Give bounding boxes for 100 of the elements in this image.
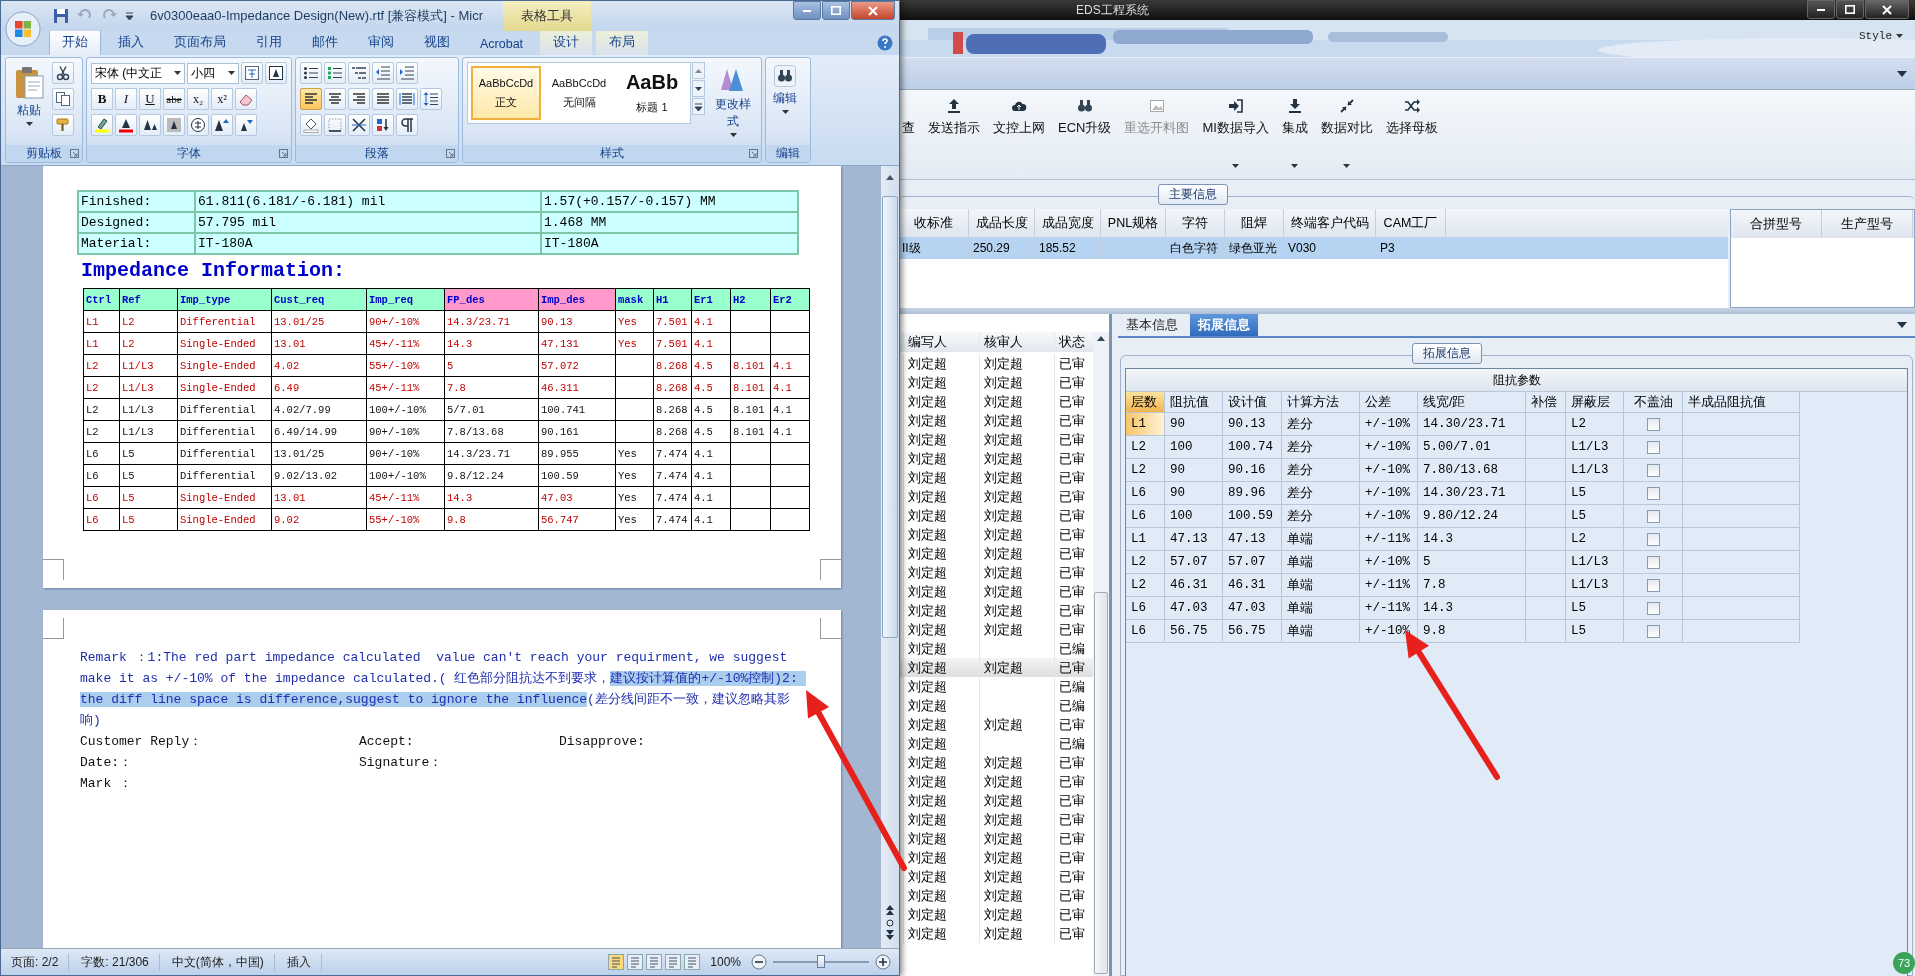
format-button[interactable]: x₂	[187, 88, 209, 110]
font-size-field[interactable]: 小四	[187, 62, 239, 84]
checkbox[interactable]	[1646, 624, 1660, 638]
format-button[interactable]: abe	[163, 88, 185, 110]
checkbox[interactable]	[1646, 417, 1660, 431]
shrink-font-icon[interactable]	[235, 114, 257, 136]
ribbon-tab[interactable]: 开始	[49, 29, 101, 55]
ribbon-tab[interactable]: 布局	[596, 29, 649, 55]
character-shading-icon[interactable]	[163, 114, 185, 136]
zoom-out-icon[interactable]	[751, 954, 767, 970]
align-right-icon[interactable]	[348, 88, 370, 110]
tab[interactable]: 拓展信息	[1190, 314, 1258, 336]
checkbox[interactable]	[1646, 532, 1660, 546]
toolbar-button[interactable]: 选择母板	[1385, 98, 1438, 137]
align-left-icon[interactable]	[300, 88, 322, 110]
toolbar-button[interactable]: 集成	[1281, 98, 1308, 168]
scrollbar[interactable]	[1093, 332, 1109, 976]
table-cell: 刘定超	[904, 772, 980, 791]
checkbox[interactable]	[1646, 601, 1660, 615]
checkbox[interactable]	[1646, 509, 1660, 523]
font-name-field[interactable]: 宋体 (中文正	[91, 62, 185, 84]
ribbon-tab[interactable]: 插入	[105, 29, 157, 55]
toolbar-button[interactable]: 文控上网	[993, 98, 1045, 137]
phonetic-guide-icon[interactable]	[241, 62, 263, 84]
checkbox[interactable]	[1646, 440, 1660, 454]
enclosed-character-icon[interactable]	[187, 114, 209, 136]
scroll-down-icon[interactable]	[692, 80, 705, 97]
ribbon-tab[interactable]: 设计	[540, 29, 593, 55]
editing-button[interactable]: 编辑	[770, 62, 800, 117]
ribbon-tab[interactable]: 视图	[411, 29, 463, 55]
table-cell: 47.131	[538, 332, 616, 355]
table-cell: 刘定超	[904, 582, 980, 601]
change-case-icon[interactable]	[139, 114, 161, 136]
text-layout-icon[interactable]	[348, 114, 370, 136]
table-row[interactable]: II级 250.29 185.52 白色字符 绿色亚光 V030 P3	[898, 237, 1728, 259]
numbered-list-icon[interactable]	[324, 62, 346, 84]
customize-icon[interactable]	[125, 11, 134, 21]
align-center-icon[interactable]	[324, 88, 346, 110]
ribbon-tab[interactable]: 引用	[243, 29, 295, 55]
table-cell: P3	[1376, 237, 1446, 259]
justify-icon[interactable]	[372, 88, 394, 110]
help-icon[interactable]	[877, 35, 893, 51]
dialog-launcher-icon[interactable]	[749, 149, 758, 158]
decrease-indent-icon[interactable]	[372, 62, 394, 84]
borders-icon[interactable]	[324, 114, 346, 136]
style-item[interactable]: AaBbCcDd 正文	[471, 66, 541, 120]
multilevel-list-icon[interactable]	[348, 62, 370, 84]
eraser-icon[interactable]	[235, 88, 257, 110]
format-button[interactable]: I	[115, 88, 137, 110]
sort-icon[interactable]	[372, 114, 394, 136]
scroll-up-icon[interactable]	[1095, 334, 1107, 344]
character-border-icon[interactable]	[265, 62, 287, 84]
ribbon-tab[interactable]: 页面布局	[161, 29, 239, 55]
ribbon-tab[interactable]: Acrobat	[467, 32, 537, 55]
change-styles-button[interactable]: 更改样式	[709, 62, 757, 140]
save-icon[interactable]	[53, 8, 69, 24]
style-menu[interactable]: Style	[1859, 30, 1903, 42]
toolbar-button[interactable]: 数据对比	[1320, 98, 1373, 168]
toolbar-button[interactable]: 查	[902, 98, 915, 137]
font-color-icon[interactable]	[115, 114, 137, 136]
dialog-launcher-icon[interactable]	[279, 149, 288, 158]
scissors-icon[interactable]	[52, 62, 74, 84]
minimize-button[interactable]	[1807, 0, 1835, 19]
scrollbar[interactable]	[881, 166, 899, 948]
line-spacing-icon[interactable]	[420, 88, 442, 110]
checkbox[interactable]	[1646, 486, 1660, 500]
dialog-launcher-icon[interactable]	[446, 149, 455, 158]
copy-icon[interactable]	[52, 88, 74, 110]
toolbar-button[interactable]: MI数据导入	[1202, 98, 1269, 168]
maximize-button[interactable]	[1836, 0, 1864, 19]
paragraph-mark-icon[interactable]	[396, 114, 418, 136]
distribute-icon[interactable]	[396, 88, 418, 110]
caret-icon[interactable]	[1897, 322, 1907, 328]
highlighter-icon[interactable]	[91, 114, 113, 136]
table-cell: 刘定超	[980, 468, 1055, 487]
toolbar-button[interactable]: 发送指示	[928, 98, 980, 137]
tab[interactable]: 基本信息	[1118, 314, 1186, 336]
ribbon-tab[interactable]: 审阅	[355, 29, 407, 55]
bullet-list-icon[interactable]	[300, 62, 322, 84]
grow-font-icon[interactable]	[211, 114, 233, 136]
format-painter-icon[interactable]	[52, 114, 74, 136]
column-header: Er2	[770, 288, 810, 311]
paste-button[interactable]: 粘贴	[10, 62, 48, 129]
toolbar-button[interactable]: ECN升级	[1058, 98, 1112, 137]
ribbon-tab[interactable]: 邮件	[299, 29, 351, 55]
slider-thumb[interactable]	[817, 955, 825, 968]
table-cell: 185.52	[1035, 237, 1101, 259]
zoom-in-icon[interactable]	[875, 954, 891, 970]
format-button[interactable]: B	[91, 88, 113, 110]
checkbox[interactable]	[1646, 555, 1660, 569]
checkbox[interactable]	[1646, 463, 1660, 477]
shading-icon[interactable]	[300, 114, 322, 136]
dialog-launcher-icon[interactable]	[70, 149, 79, 158]
table-cell: 刘定超	[904, 829, 980, 848]
caret-icon[interactable]	[1897, 70, 1907, 77]
checkbox[interactable]	[1646, 578, 1660, 592]
more-icon[interactable]	[692, 98, 705, 115]
format-button[interactable]: U	[139, 88, 161, 110]
close-button[interactable]	[1865, 0, 1909, 19]
format-button[interactable]: x²	[211, 88, 233, 110]
